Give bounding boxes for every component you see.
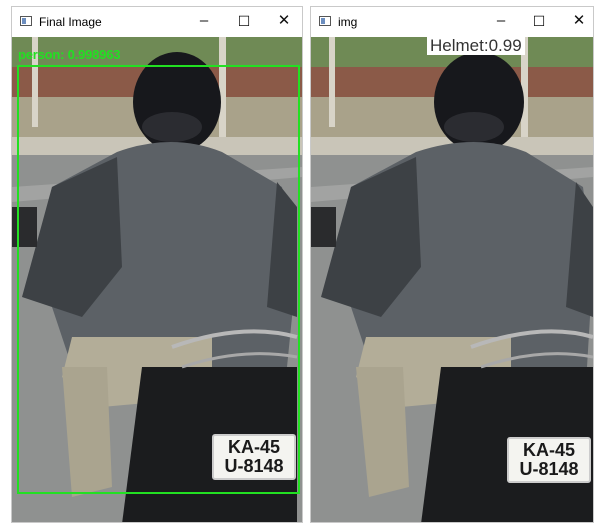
window-app-icon	[319, 16, 331, 26]
close-icon: ✕	[572, 12, 586, 29]
window-title: img	[338, 15, 358, 29]
final-image-window: Final Image – ☐ ✕ person: 0.998963 KA-45…	[11, 6, 303, 523]
minimize-button[interactable]: –	[184, 7, 224, 37]
plate-line-1: KA-45	[522, 440, 575, 460]
title-bar[interactable]: img – ☐ ✕	[311, 7, 593, 37]
window-title: Final Image	[39, 15, 102, 29]
window-app-icon	[20, 16, 32, 26]
maximize-button[interactable]: ☐	[519, 7, 559, 37]
person-detection-box	[17, 65, 300, 494]
license-plate: KA-45 U-8148	[507, 437, 591, 483]
plate-line-2: U-8148	[224, 456, 284, 476]
close-button[interactable]: ✕	[264, 7, 302, 37]
person-detection-label: person: 0.998963	[18, 47, 121, 62]
helmet-detection-label: Helmet:0.99	[427, 37, 525, 55]
maximize-icon: ☐	[237, 13, 251, 29]
maximize-button[interactable]: ☐	[224, 7, 264, 37]
close-button[interactable]: ✕	[559, 7, 593, 37]
image-view: Helmet:0.99 KA-45 U-8148	[311, 37, 593, 522]
image-view: person: 0.998963 KA-45 U-8148	[12, 37, 302, 522]
minimize-button[interactable]: –	[481, 7, 521, 37]
img-window: img – ☐ ✕ Helmet:0.99 KA-45 U-8148	[310, 6, 594, 523]
plate-line-1: KA-45	[227, 437, 280, 457]
plate-line-2: U-8148	[519, 459, 579, 479]
maximize-icon: ☐	[532, 13, 546, 29]
title-bar[interactable]: Final Image – ☐ ✕	[12, 7, 302, 37]
minimize-icon: –	[199, 12, 209, 29]
license-plate: KA-45 U-8148	[212, 434, 296, 480]
close-icon: ✕	[277, 12, 291, 29]
minimize-icon: –	[496, 12, 506, 29]
